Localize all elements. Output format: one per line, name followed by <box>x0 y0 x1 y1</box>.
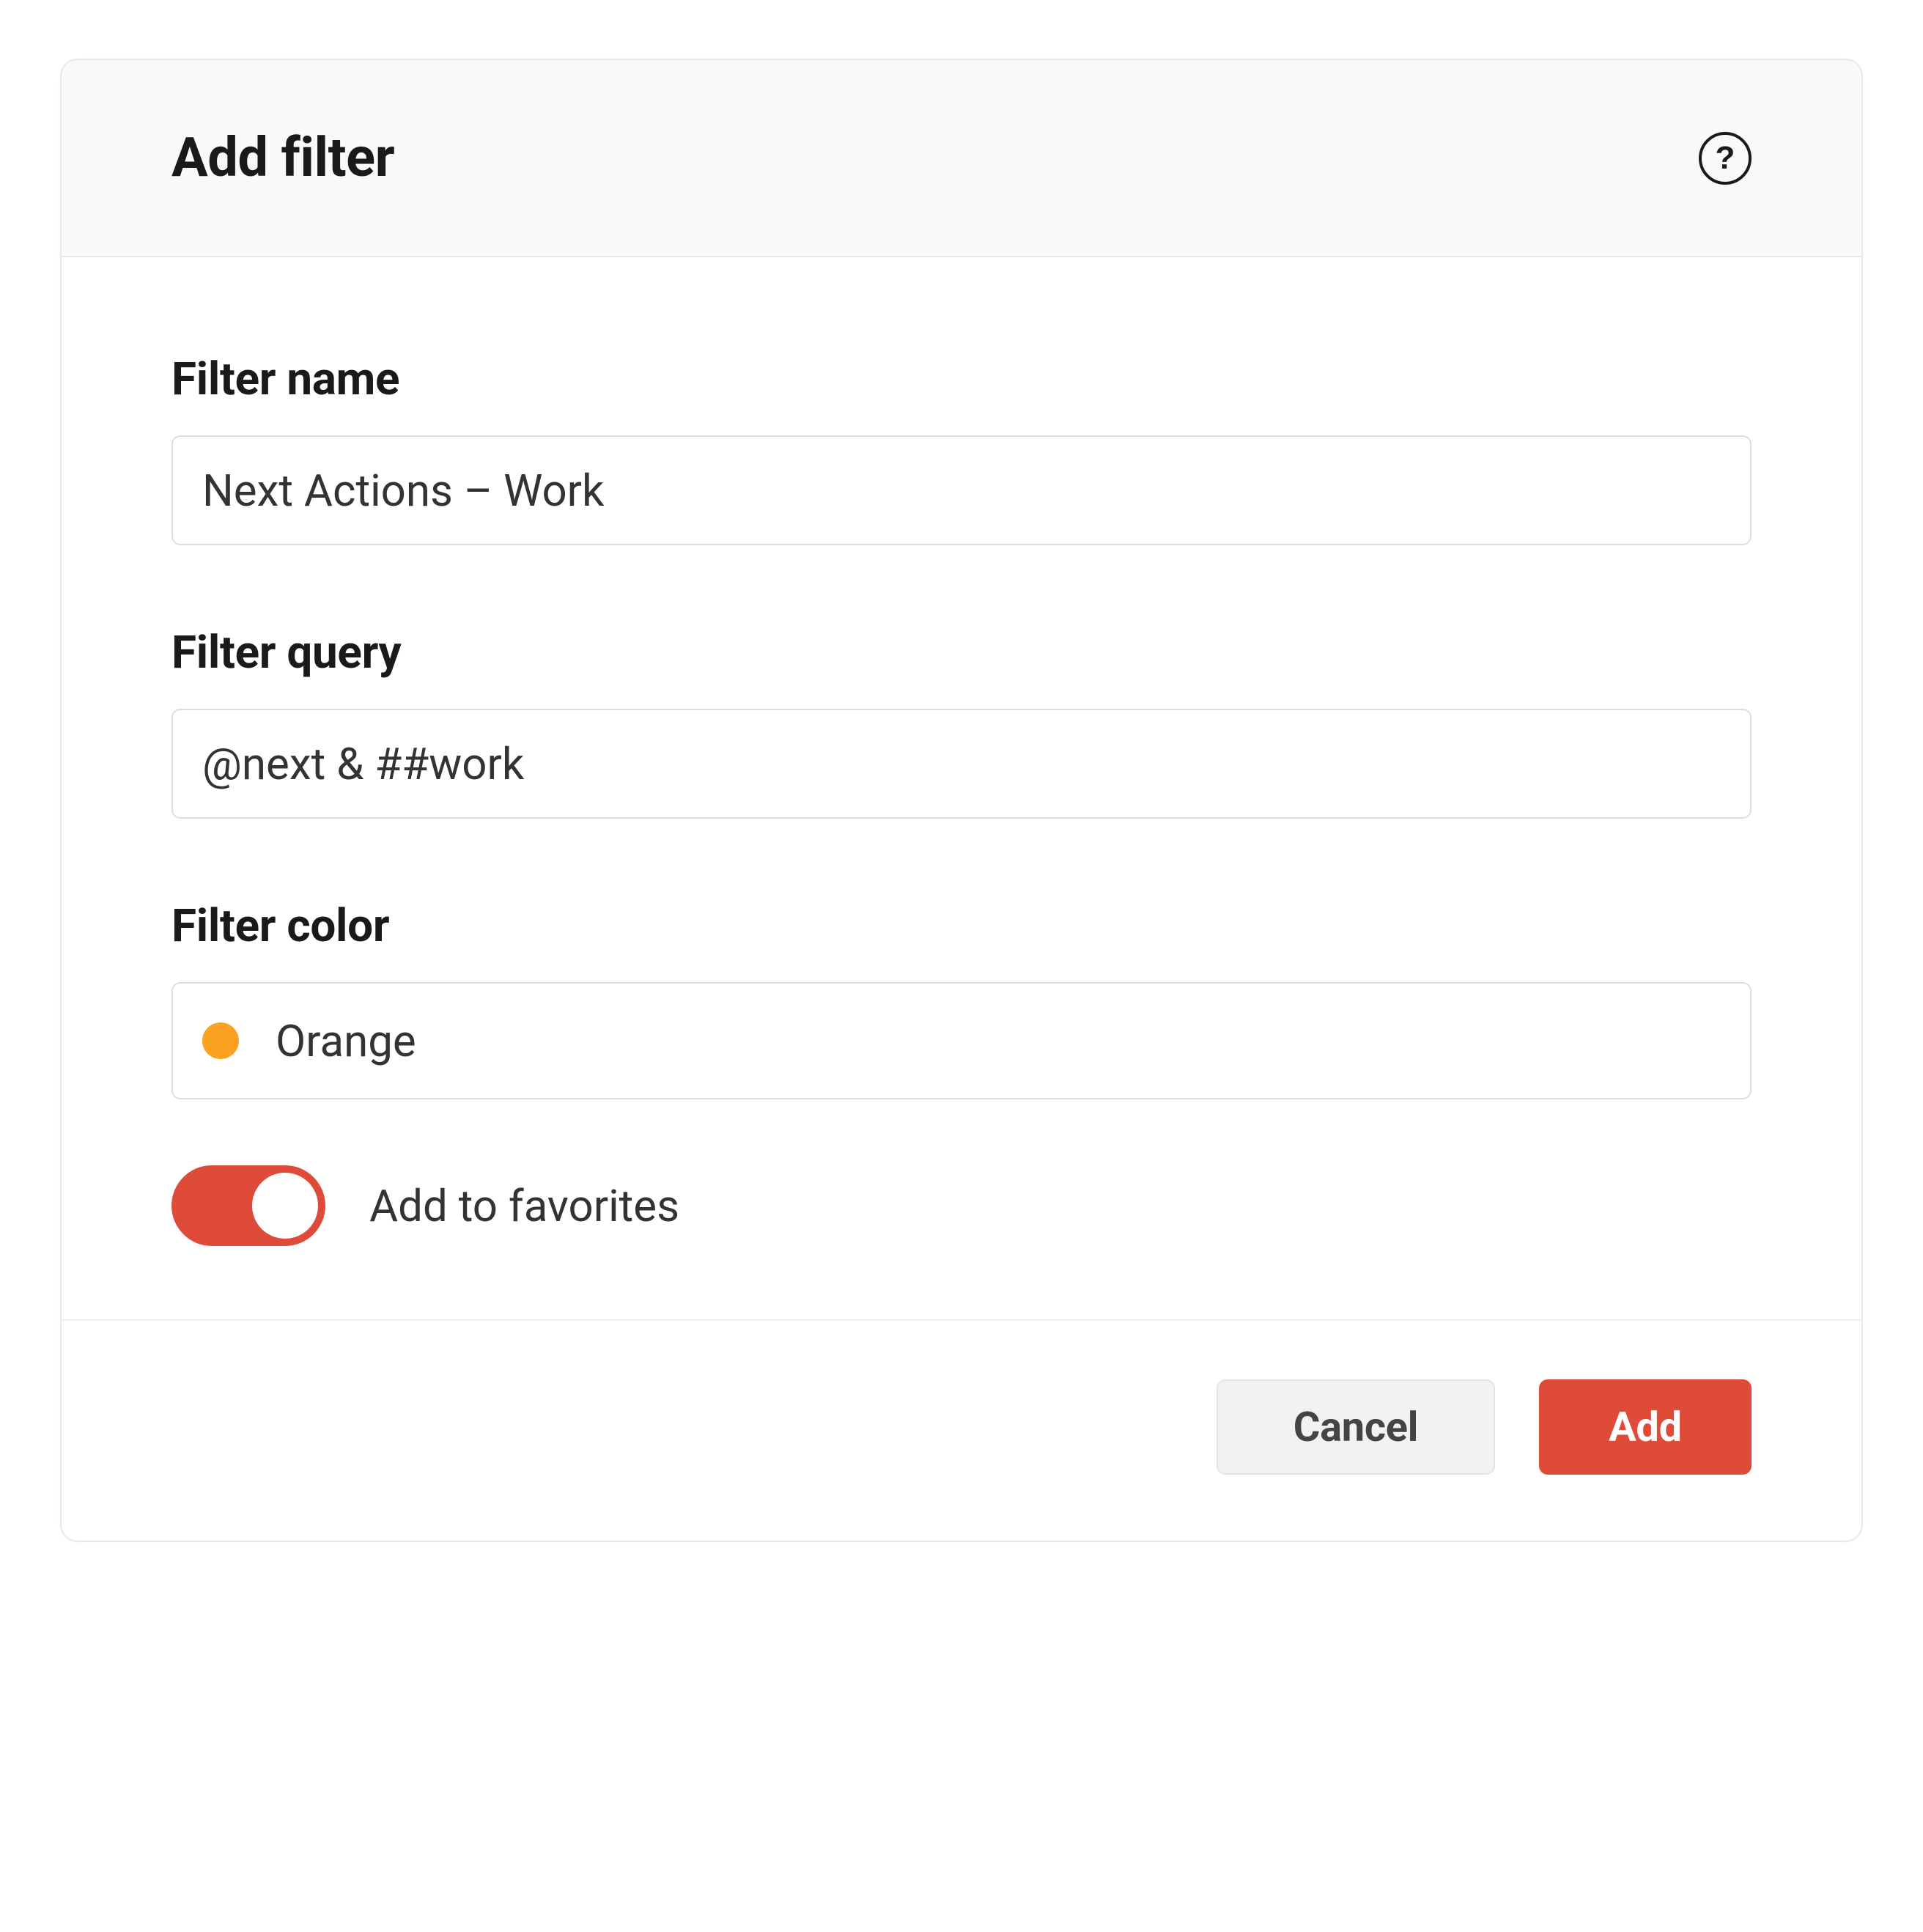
add-button[interactable]: Add <box>1539 1379 1752 1475</box>
help-icon[interactable]: ? <box>1699 132 1752 185</box>
filter-name-group: Filter name <box>171 353 1752 545</box>
filter-query-group: Filter query <box>171 626 1752 819</box>
favorites-row: Add to favorites <box>171 1165 1752 1246</box>
dialog-title: Add filter <box>171 126 394 190</box>
filter-name-label: Filter name <box>171 353 1752 406</box>
filter-color-group: Filter color Orange <box>171 899 1752 1099</box>
favorites-label: Add to favorites <box>369 1180 679 1232</box>
filter-color-select[interactable]: Orange <box>171 982 1752 1099</box>
filter-name-input[interactable] <box>171 435 1752 545</box>
dialog-body: Filter name Filter query Filter color Or… <box>62 257 1861 1319</box>
toggle-knob-icon <box>252 1173 318 1239</box>
add-filter-dialog: Add filter ? Filter name Filter query Fi… <box>60 59 1863 1542</box>
color-swatch-icon <box>202 1022 239 1059</box>
dialog-header: Add filter ? <box>62 60 1861 257</box>
favorites-toggle[interactable] <box>171 1165 325 1246</box>
filter-query-input[interactable] <box>171 709 1752 819</box>
cancel-button[interactable]: Cancel <box>1217 1379 1495 1475</box>
filter-query-label: Filter query <box>171 626 1752 679</box>
filter-color-label: Filter color <box>171 899 1752 953</box>
dialog-footer: Cancel Add <box>62 1319 1861 1541</box>
filter-color-value: Orange <box>276 1015 416 1067</box>
